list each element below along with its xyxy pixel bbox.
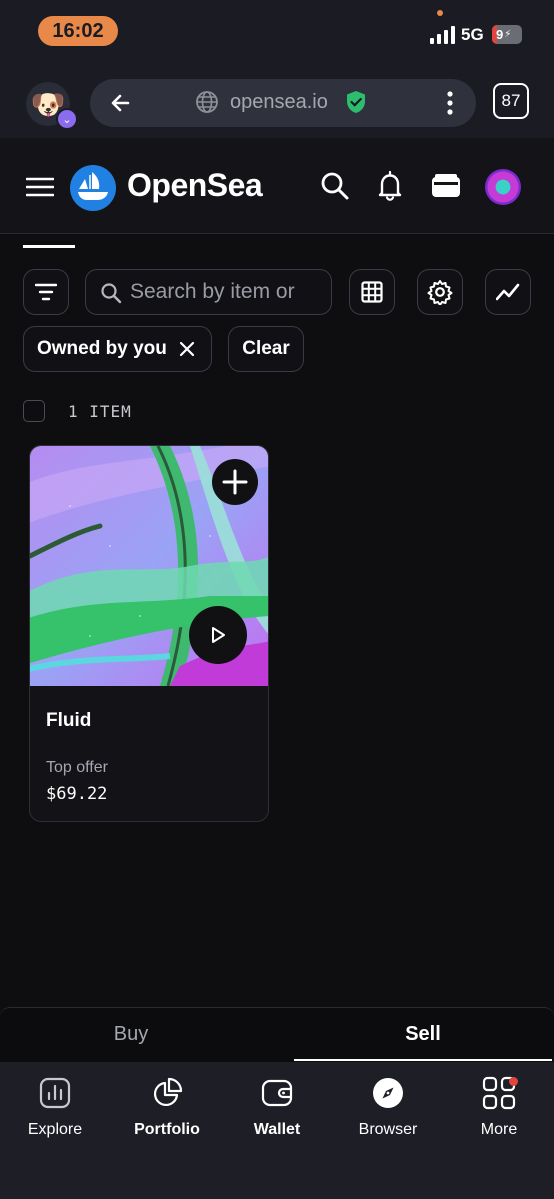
tab-sell[interactable]: Sell [292,1007,554,1061]
brand-name[interactable]: OpenSea [127,167,263,204]
search-icon [101,283,122,304]
pie-icon [153,1077,183,1107]
item-count: 1 ITEM [68,402,132,421]
back-arrow-icon[interactable] [106,88,136,118]
profile-avatar[interactable] [485,169,521,205]
nav-label: Explore [27,1121,83,1138]
grid-icon [361,281,383,303]
play-button[interactable] [189,606,247,664]
battery-icon: 9 ⚡ [492,25,522,44]
plus-icon [222,469,248,495]
search-input[interactable] [130,270,330,314]
nav-label: Wallet [253,1121,301,1138]
nav-wallet[interactable]: Wallet [227,1075,327,1155]
grid-view-button[interactable] [349,269,395,315]
select-all-checkbox[interactable] [23,400,45,422]
battery-level: 9 [496,27,504,42]
search-icon[interactable] [320,170,350,202]
compass-icon [373,1078,403,1108]
nav-portfolio[interactable]: Portfolio [117,1075,217,1155]
filter-chip-owned[interactable]: Owned by you [23,326,212,372]
hamburger-icon[interactable] [26,176,54,198]
status-time: 16:02 [38,16,118,46]
more-vertical-icon[interactable] [440,90,460,116]
nav-browser[interactable]: Browser [338,1075,438,1155]
tab-buy[interactable]: Buy [0,1007,262,1061]
signal-icon [430,26,456,44]
gear-icon [427,280,453,305]
chart-icon [39,1077,71,1109]
wallet-icon[interactable] [430,172,462,200]
filter-chip-label: Owned by you [37,338,167,359]
add-to-cart-button[interactable] [212,459,258,505]
shield-icon [347,91,365,113]
globe-icon [196,91,218,113]
play-icon [212,627,225,643]
active-trade-tab-indicator [294,1059,552,1061]
settings-button[interactable] [417,269,463,315]
top-offer-label: Top offer [46,759,108,776]
trend-icon [496,283,520,301]
bell-icon[interactable] [375,170,405,202]
top-offer-value: $69.22 [46,784,108,804]
chevron-down-icon[interactable]: ⌄ [56,108,78,130]
stats-button[interactable] [485,269,531,315]
nav-label: More [480,1121,518,1138]
nav-explore[interactable]: Explore [5,1075,105,1155]
nav-more[interactable]: More [449,1075,549,1155]
clear-filters-button[interactable]: Clear [228,326,304,372]
close-icon[interactable] [177,339,197,359]
filter-button[interactable] [23,269,69,315]
network-type: 5G [461,25,484,44]
nav-label: Browser [358,1121,418,1138]
nft-name: Fluid [46,710,92,731]
notification-dot [509,1077,518,1086]
search-box[interactable] [85,269,332,315]
filter-icon [35,283,57,301]
privacy-dot [437,10,443,16]
wallet-icon [261,1079,293,1107]
active-tab-indicator [23,245,75,248]
nav-label: Portfolio [134,1121,200,1138]
opensea-logo-icon[interactable] [70,165,116,211]
tab-count-button[interactable]: 87 [493,83,529,119]
nft-card[interactable]: Fluid Top offer $69.22 [29,445,269,822]
url-text[interactable]: opensea.io [230,91,328,114]
